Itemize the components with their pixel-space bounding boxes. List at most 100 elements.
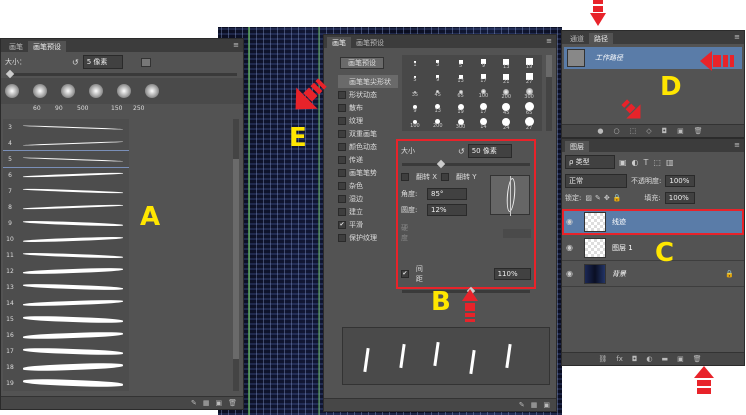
stroke-preset-item[interactable]: 8: [3, 199, 129, 215]
brush-tip-cell[interactable]: 300: [450, 117, 472, 131]
category-checkbox[interactable]: [338, 194, 346, 203]
brush-tip-cell[interactable]: 9: [404, 102, 426, 116]
preset-dot[interactable]: [117, 84, 131, 98]
spacing-checkbox[interactable]: ✔: [401, 270, 409, 278]
category-checkbox[interactable]: [338, 103, 346, 112]
size-slider[interactable]: [5, 69, 237, 79]
stroke-preset-item[interactable]: 3: [3, 119, 129, 135]
size-input[interactable]: 5 像素: [82, 55, 123, 69]
stroke-preset-item[interactable]: 10: [3, 231, 129, 247]
tab-brush[interactable]: 画笔: [4, 41, 28, 52]
layer-row[interactable]: ◉ 背景 🔒: [562, 261, 744, 287]
link-icon[interactable]: ⛓: [598, 355, 607, 363]
opacity-input[interactable]: 100%: [665, 175, 696, 187]
angle-input[interactable]: 85°: [427, 188, 467, 200]
angle-roundness-widget[interactable]: [490, 175, 530, 216]
tab-brush-presets[interactable]: 画笔预设: [351, 37, 389, 48]
brush-tip-cell[interactable]: 300: [518, 87, 540, 101]
mask-icon[interactable]: ◘: [632, 355, 638, 363]
brush-category-item[interactable]: 散布: [338, 101, 398, 114]
eye-icon[interactable]: ◉: [566, 243, 578, 252]
fill-input[interactable]: 100%: [664, 192, 695, 204]
brush-category-item[interactable]: 形状动态: [338, 88, 398, 101]
category-checkbox[interactable]: ✔: [338, 220, 346, 229]
brush-toggle-icon[interactable]: ✎: [519, 401, 525, 409]
lock-icons[interactable]: ▨✎✥🔒: [585, 194, 624, 202]
brush-category-item[interactable]: 传递: [338, 153, 398, 166]
stroke-preset-item[interactable]: 18: [3, 359, 129, 375]
panel-menu-icon[interactable]: ≡: [734, 141, 740, 149]
list-scrollbar[interactable]: [233, 119, 239, 391]
load-selection-icon[interactable]: ⬚: [630, 127, 637, 135]
new-brush-icon[interactable]: [140, 57, 151, 67]
stroke-preset-item[interactable]: 11: [3, 247, 129, 263]
stroke-preset-item[interactable]: 16: [3, 327, 129, 343]
blend-mode-select[interactable]: 正常: [565, 174, 627, 188]
new-preset-icon[interactable]: ▣: [215, 399, 222, 407]
trash-icon[interactable]: 🗑: [228, 399, 237, 407]
tip-size-input[interactable]: 50 像素: [467, 144, 512, 158]
tip-size-slider[interactable]: [402, 159, 530, 169]
category-checkbox[interactable]: [338, 181, 346, 190]
fill-path-icon[interactable]: ●: [597, 127, 603, 135]
grid-icon[interactable]: ▦: [531, 401, 538, 409]
brush-tip-cell[interactable]: 65: [518, 102, 540, 116]
adjustment-icon[interactable]: ◐: [646, 355, 652, 363]
stroke-path-icon[interactable]: ○: [613, 127, 619, 135]
category-checkbox[interactable]: [338, 207, 346, 216]
reset-icon[interactable]: ↺: [458, 147, 465, 156]
brush-tip-cell[interactable]: 13: [495, 57, 517, 71]
flip-x-checkbox[interactable]: [401, 173, 409, 181]
grid-icon[interactable]: ▦: [203, 399, 210, 407]
folder-icon[interactable]: ▬: [662, 355, 669, 363]
brush-tip-cell[interactable]: 5: [404, 72, 426, 86]
brush-tip-cell[interactable]: 5: [450, 57, 472, 71]
tab-layers[interactable]: 图层: [565, 141, 589, 152]
stroke-preset-item[interactable]: 7: [3, 183, 129, 199]
layer-filter-select[interactable]: ρ 类型: [565, 155, 615, 169]
roundness-input[interactable]: 12%: [427, 204, 467, 216]
eye-icon[interactable]: ◉: [566, 269, 578, 278]
stroke-preset-item[interactable]: 17: [3, 343, 129, 359]
stroke-preset-item[interactable]: 14: [3, 295, 129, 311]
category-checkbox[interactable]: [338, 168, 346, 177]
mask-icon[interactable]: ◘: [662, 127, 668, 135]
brush-tip-cell[interactable]: 13: [450, 72, 472, 86]
stroke-preset-item[interactable]: 12: [3, 263, 129, 279]
category-checkbox[interactable]: [338, 116, 346, 125]
category-checkbox[interactable]: [338, 155, 346, 164]
brush-tip-cell[interactable]: 14: [473, 117, 495, 131]
layer-row[interactable]: ◉ 线迹: [562, 209, 744, 235]
make-path-icon[interactable]: ◇: [646, 127, 651, 135]
tab-brush-presets[interactable]: 画笔预设: [28, 41, 66, 52]
brush-category-item[interactable]: 保护纹理: [338, 231, 398, 244]
brush-category-item[interactable]: 画笔笔势: [338, 166, 398, 179]
reset-icon[interactable]: ↺: [72, 58, 79, 67]
new-preset-icon[interactable]: ▣: [543, 401, 550, 409]
spacing-input[interactable]: 110%: [493, 268, 531, 280]
tab-paths[interactable]: 路径: [589, 33, 613, 44]
fx-icon[interactable]: fx: [616, 355, 623, 363]
brush-category-item[interactable]: ✔ 平滑: [338, 218, 398, 231]
preset-dot[interactable]: [61, 84, 75, 98]
brush-category-item[interactable]: 颜色动态: [338, 140, 398, 153]
brush-tip-cell[interactable]: 35: [404, 87, 426, 101]
preset-dot[interactable]: [89, 84, 103, 98]
tip-grid-scrollbar[interactable]: [546, 55, 552, 131]
brush-tip-cell[interactable]: 100: [473, 87, 495, 101]
brush-tip-cell[interactable]: 9: [427, 72, 449, 86]
stroke-preset-item[interactable]: 15: [3, 311, 129, 327]
eye-icon[interactable]: ◉: [566, 217, 578, 226]
stroke-preset-item[interactable]: 9: [3, 215, 129, 231]
brush-tip-cell[interactable]: 13: [427, 102, 449, 116]
brush-tip-cell[interactable]: 65: [450, 87, 472, 101]
brush-category-item[interactable]: 纹理: [338, 114, 398, 127]
brush-category-item[interactable]: 湿边: [338, 192, 398, 205]
trash-icon[interactable]: 🗑: [693, 355, 702, 363]
brush-tip-cell[interactable]: 21: [495, 72, 517, 86]
stroke-preset-item[interactable]: 4: [3, 135, 129, 151]
preset-dot[interactable]: [5, 84, 19, 98]
category-checkbox[interactable]: [338, 129, 346, 138]
brush-tip-cell[interactable]: 1: [404, 57, 426, 71]
brush-tip-cell[interactable]: 45: [495, 102, 517, 116]
